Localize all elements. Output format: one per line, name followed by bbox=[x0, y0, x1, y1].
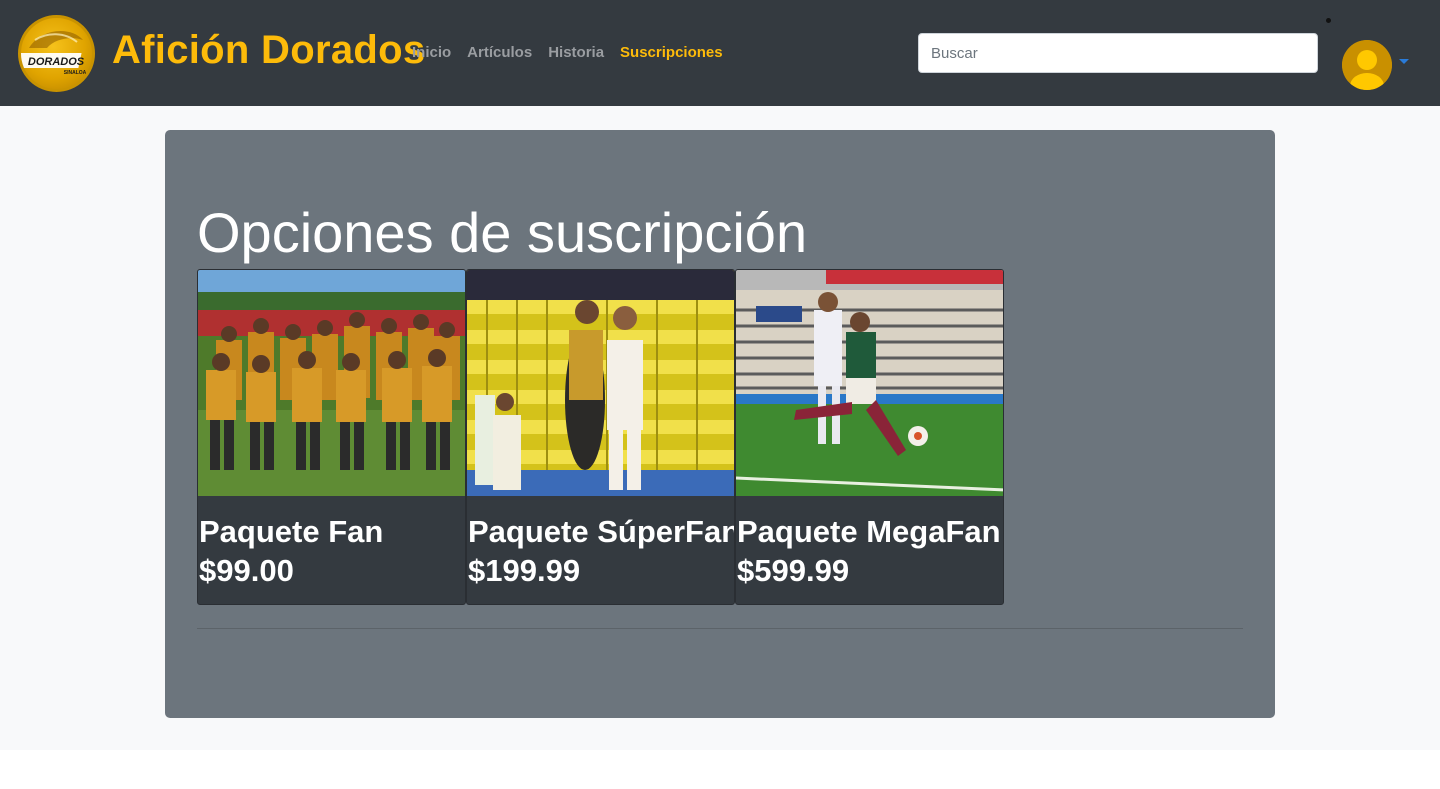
card-paquete-fan[interactable]: Paquete Fan $99.00 bbox=[197, 269, 466, 605]
match-action-image bbox=[467, 270, 734, 496]
page-title: Opciones de suscripción bbox=[197, 201, 808, 264]
navbar: DORADOS SINALOA Afición Dorados Inicio A… bbox=[0, 0, 1440, 106]
svg-text:DORADOS: DORADOS bbox=[28, 56, 85, 68]
svg-text:SINALOA: SINALOA bbox=[64, 70, 87, 76]
nav-link-suscripciones[interactable]: Suscripciones bbox=[620, 44, 723, 61]
nav-link-inicio[interactable]: Inicio bbox=[412, 44, 451, 61]
section-divider bbox=[197, 628, 1243, 629]
search-input[interactable] bbox=[918, 33, 1318, 73]
card-price: $599.99 bbox=[737, 553, 850, 588]
card-title: Paquete MegaFan bbox=[737, 514, 1001, 549]
main-nav: Inicio Artículos Historia Suscripciones bbox=[412, 44, 723, 61]
card-paquete-superfan[interactable]: Paquete SúperFan $199.99 bbox=[466, 269, 735, 605]
subscription-cards: Paquete Fan $99.00 Paquete SúperFan $199… bbox=[197, 269, 1004, 605]
nav-link-historia[interactable]: Historia bbox=[548, 44, 604, 61]
nav-link-articulos[interactable]: Artículos bbox=[467, 44, 532, 61]
card-title: Paquete Fan bbox=[199, 514, 384, 549]
match-stadium-image bbox=[736, 270, 1003, 496]
indicator-dot bbox=[1326, 18, 1331, 23]
team-photo-image bbox=[198, 270, 465, 496]
card-title: Paquete SúperFan bbox=[468, 514, 735, 549]
dorados-fish-icon: DORADOS SINALOA bbox=[21, 30, 87, 76]
subscription-panel: Opciones de suscripción Paquete Fan $99.… bbox=[165, 130, 1275, 718]
brand-title[interactable]: Afición Dorados bbox=[112, 28, 425, 73]
card-price: $99.00 bbox=[199, 553, 294, 588]
chevron-down-icon[interactable] bbox=[1399, 59, 1409, 64]
user-avatar-icon[interactable] bbox=[1342, 40, 1392, 90]
dorados-logo[interactable]: DORADOS SINALOA bbox=[18, 15, 95, 92]
card-price: $199.99 bbox=[468, 553, 581, 588]
card-paquete-megafan[interactable]: Paquete MegaFan $599.99 bbox=[735, 269, 1004, 605]
